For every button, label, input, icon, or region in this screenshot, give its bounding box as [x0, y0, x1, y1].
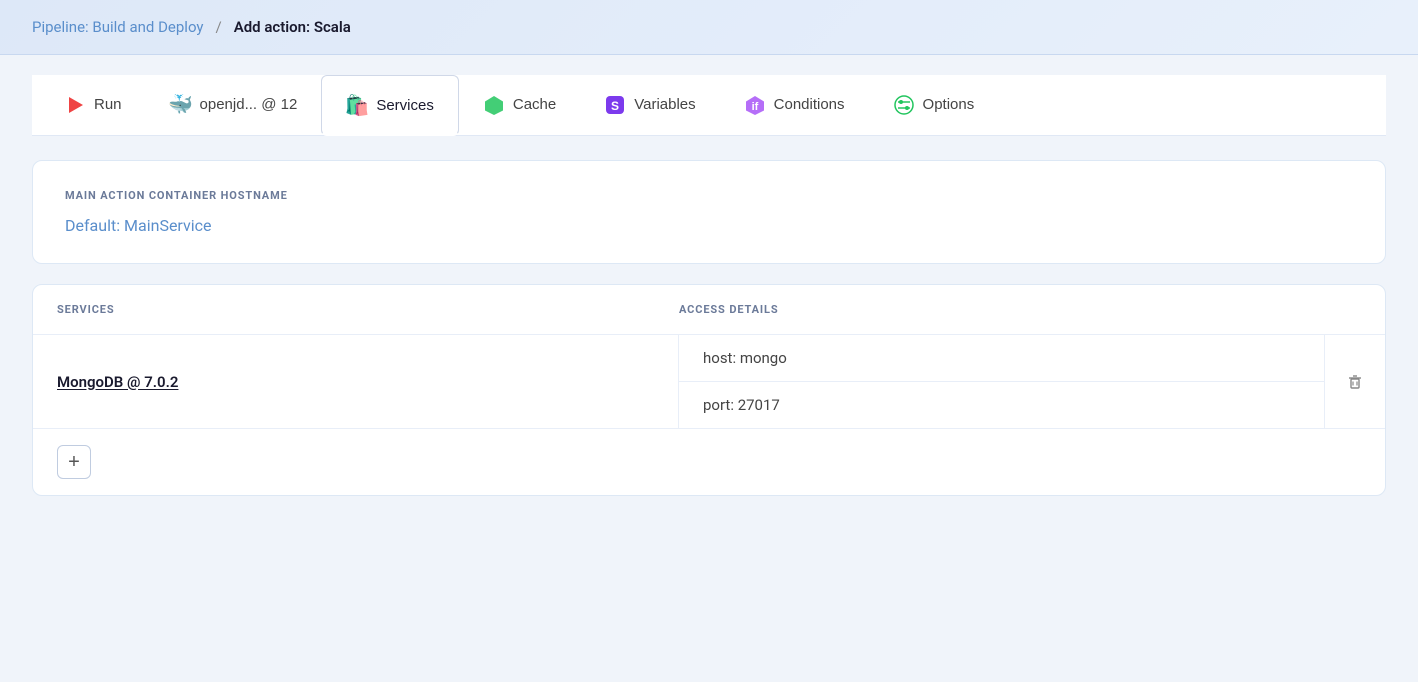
breadcrumb-header: Pipeline: Build and Deploy / Add action:… — [0, 0, 1418, 55]
tab-openjd[interactable]: 🐳 openjd... @ 12 — [146, 76, 322, 136]
svg-text:if: if — [751, 101, 758, 113]
tab-variables-label: Variables — [634, 96, 695, 113]
hostname-value: Default: MainService — [65, 216, 1353, 235]
access-col-header: ACCESS DETAILS — [679, 303, 1301, 316]
variables-icon: S — [604, 94, 626, 116]
tab-conditions-label: Conditions — [774, 96, 845, 113]
trash-icon — [1346, 373, 1364, 391]
tab-options-label: Options — [923, 96, 975, 113]
breadcrumb-link[interactable]: Pipeline: Build and Deploy — [32, 18, 204, 36]
tabs-bar: Run 🐳 openjd... @ 12 🛍️ Services Cache — [32, 75, 1386, 136]
hostname-label: MAIN ACTION CONTAINER HOSTNAME — [65, 189, 1353, 202]
tab-services-label: Services — [376, 97, 434, 114]
page-title: Add action: Scala — [234, 18, 351, 36]
tab-openjd-label: openjd... @ 12 — [200, 96, 298, 113]
service-access-cell: host: mongo port: 27017 — [679, 335, 1325, 428]
hostname-card: MAIN ACTION CONTAINER HOSTNAME Default: … — [32, 160, 1386, 264]
delete-service-button[interactable] — [1340, 367, 1370, 397]
access-detail-host: host: mongo — [679, 335, 1324, 382]
tab-cache-label: Cache — [513, 96, 556, 113]
conditions-icon: if — [744, 94, 766, 116]
services-card: SERVICES ACCESS DETAILS MongoDB @ 7.0.2 … — [32, 284, 1386, 496]
service-name-cell: MongoDB @ 7.0.2 — [33, 335, 679, 428]
svg-text:S: S — [611, 99, 619, 113]
tab-variables[interactable]: S Variables — [580, 76, 719, 136]
tab-run-label: Run — [94, 96, 122, 113]
services-col-header: SERVICES — [57, 303, 679, 316]
add-service-container: + — [33, 429, 1385, 495]
docker-icon: 🐳 — [170, 94, 192, 116]
services-table-header: SERVICES ACCESS DETAILS — [33, 285, 1385, 335]
table-row: MongoDB @ 7.0.2 host: mongo port: 27017 — [33, 335, 1385, 429]
run-icon — [64, 94, 86, 116]
tab-run[interactable]: Run — [40, 76, 146, 136]
service-actions-cell — [1325, 335, 1385, 428]
add-service-button[interactable]: + — [57, 445, 91, 479]
main-content: Run 🐳 openjd... @ 12 🛍️ Services Cache — [0, 55, 1418, 536]
tab-services[interactable]: 🛍️ Services — [321, 75, 459, 136]
tab-cache[interactable]: Cache — [459, 76, 580, 136]
tab-conditions[interactable]: if Conditions — [720, 76, 869, 136]
bag-icon: 🛍️ — [346, 94, 368, 116]
access-detail-port: port: 27017 — [679, 382, 1324, 428]
add-icon: + — [68, 452, 80, 472]
cache-icon — [483, 94, 505, 116]
breadcrumb-separator: / — [216, 18, 222, 36]
tab-options[interactable]: Options — [869, 76, 999, 136]
options-icon — [893, 94, 915, 116]
service-name-link[interactable]: MongoDB @ 7.0.2 — [57, 373, 178, 391]
